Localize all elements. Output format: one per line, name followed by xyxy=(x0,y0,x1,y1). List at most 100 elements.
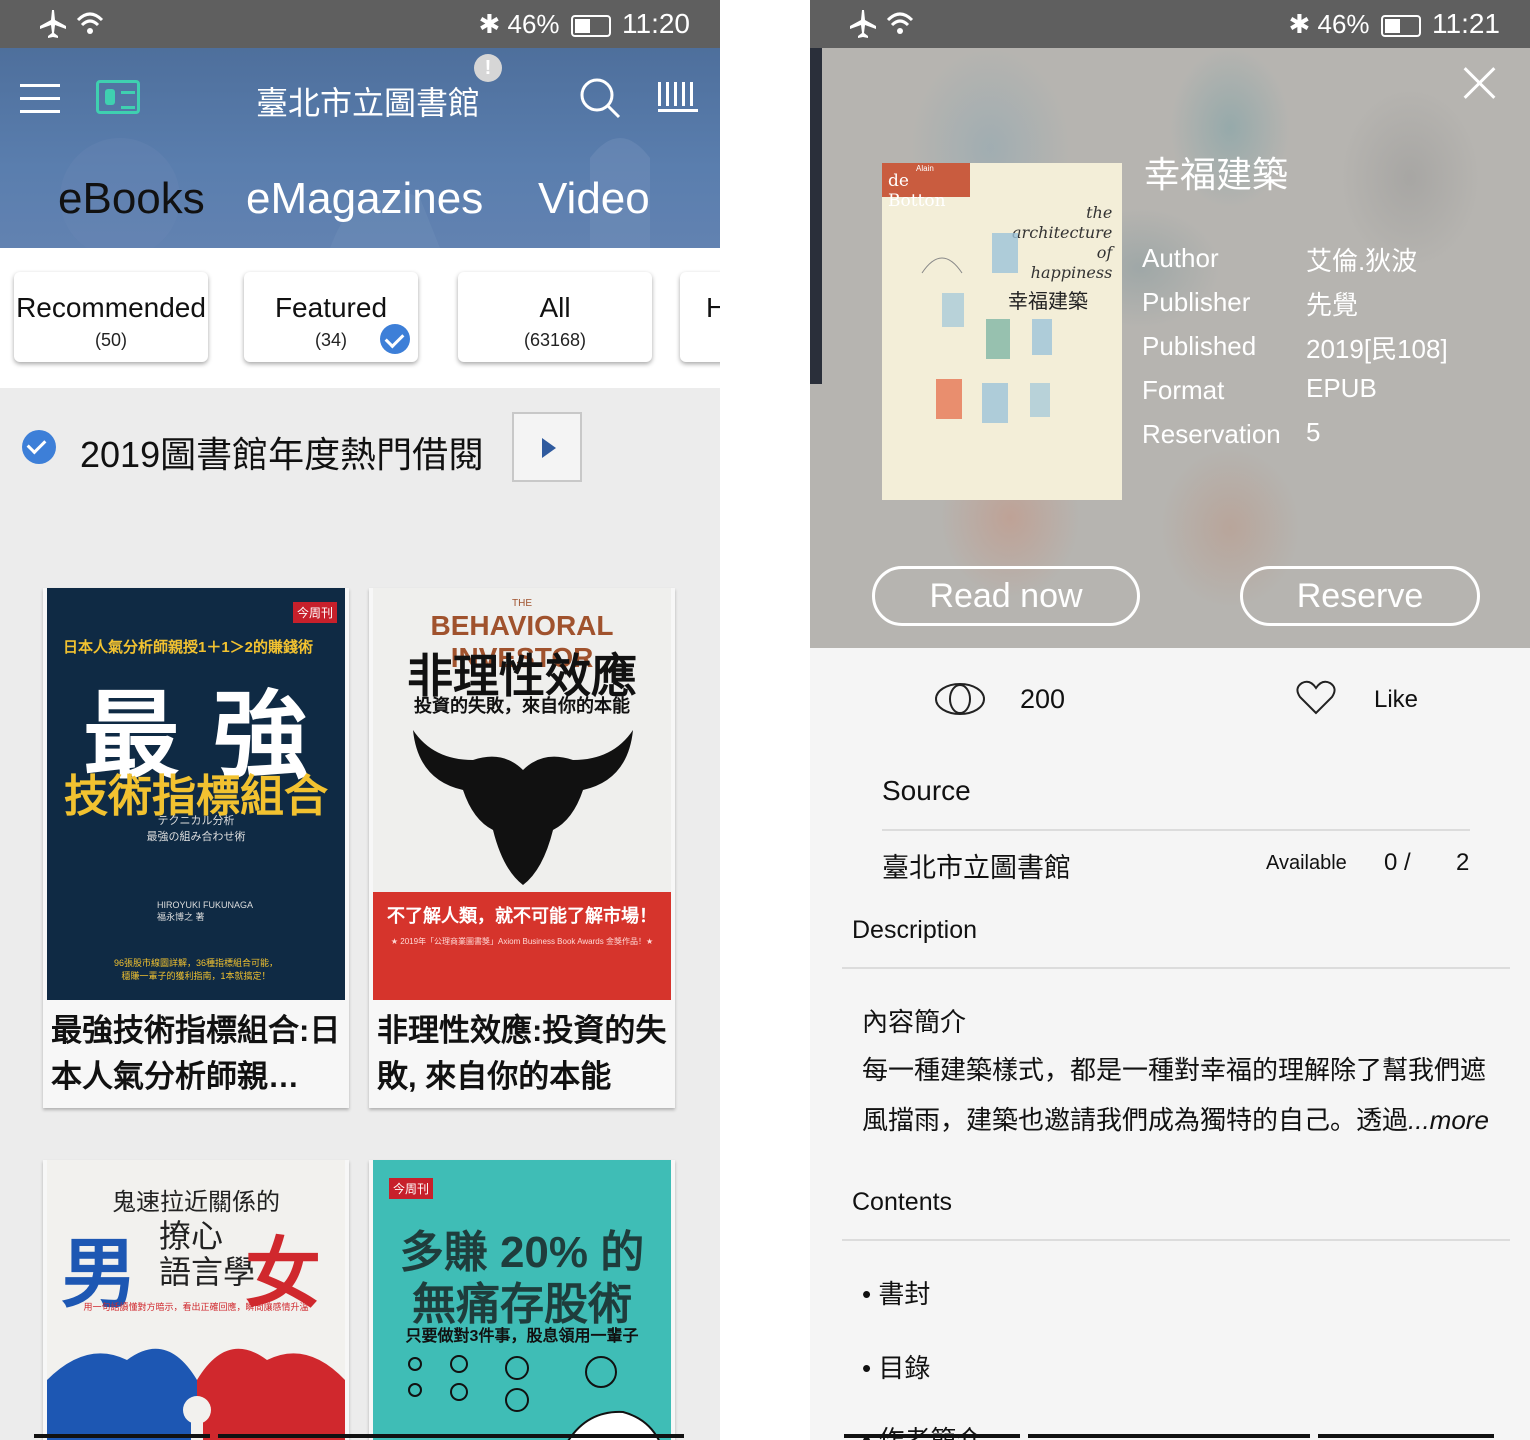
heart-icon[interactable] xyxy=(1296,680,1336,716)
cover-award: ★ 2019年「公理商業圖書獎」Axiom Business Book Awar… xyxy=(390,937,654,946)
scroll-indicator xyxy=(844,1434,1020,1438)
cover-en-small: THE xyxy=(512,598,532,609)
bluetooth-icon: ✱ xyxy=(478,9,501,39)
meta-format-label: Format xyxy=(1142,375,1225,405)
library-card-icon[interactable] xyxy=(96,80,140,114)
filter-label: Recommended xyxy=(16,292,206,323)
available-label: Available xyxy=(1266,852,1347,874)
filter-label: All xyxy=(539,292,571,323)
library-name: 臺北市立圖書館 xyxy=(256,85,481,121)
watercolor-illustration xyxy=(921,233,1052,423)
description-heading: Description xyxy=(852,916,978,944)
clock: 11:21 xyxy=(1432,8,1500,39)
status-icons xyxy=(38,8,128,45)
cover-band-text: 不了解人類，就不可能了解市場！ xyxy=(387,906,657,926)
status-bar: ✱ 46% 11:20 xyxy=(0,0,720,48)
book-cover: 今周刊 多賺 20% 的 無痛存股術 只要做對3件事，股息領用一輩子 xyxy=(373,1160,671,1440)
total-count: 2 xyxy=(1456,849,1470,876)
meta-publisher-value: 先覺 xyxy=(1306,290,1359,320)
contents-item[interactable]: • 目錄 xyxy=(862,1348,930,1385)
reserve-button[interactable]: Reserve xyxy=(1240,566,1480,626)
publisher-badge: 今周刊 xyxy=(389,1178,434,1199)
like-button[interactable]: Like xyxy=(1374,686,1418,714)
divider xyxy=(842,1239,1510,1241)
book-card[interactable]: 今周刊 多賺 20% 的 無痛存股術 只要做對3件事，股息領用一輩子 xyxy=(369,1160,675,1440)
search-icon[interactable] xyxy=(578,76,622,120)
cover-band: 不了解人類，就不可能了解市場！ ★ 2019年「公理商業圖書獎」Axiom Bu… xyxy=(373,892,671,1000)
filter-chips: Recommended (50) Featured (34) All (6316… xyxy=(0,248,720,388)
status-icons xyxy=(848,8,938,45)
available-count: 0 / xyxy=(1384,849,1411,876)
filter-all[interactable]: All (63168) xyxy=(458,272,652,362)
battery-percent: 46% xyxy=(1317,9,1370,39)
meta-author-label: Author xyxy=(1142,243,1219,273)
filter-label: Featured xyxy=(274,292,388,323)
airplane-wifi-icon xyxy=(850,10,914,38)
cover-subtitle: 只要做對3件事，股息領用一輩子 xyxy=(405,1328,639,1345)
book-card[interactable]: 今周刊 日本人氣分析師親授1＋1＞2的賺錢術 最 強 技術指標組合 テクニカル分… xyxy=(43,588,349,1108)
bull-inkblot-illustration xyxy=(413,730,633,885)
divider xyxy=(882,829,1470,831)
filter-recommended[interactable]: Recommended (50) xyxy=(14,272,208,362)
meta-reservation-label: Reservation xyxy=(1142,419,1281,449)
meta-published-value: 2019[民108] xyxy=(1306,334,1448,364)
read-now-button[interactable]: Read now xyxy=(872,566,1140,626)
contents-item[interactable]: • 書封 xyxy=(862,1274,930,1311)
cover-tagline: 日本人氣分析師親授1＋1＞2的賺錢術 xyxy=(63,639,314,656)
meta-format-value: EPUB xyxy=(1306,373,1377,403)
tab-emagazines[interactable]: eMagazines xyxy=(246,174,483,224)
book-card[interactable]: THE BEHAVIORAL INVESTOR 非理性效應 投資的失敗，來自你的… xyxy=(369,588,675,1108)
tab-video[interactable]: Video xyxy=(538,174,650,224)
coins-illustration xyxy=(408,1355,660,1440)
book-title: 最強技術指標組合:日本人氣分析師親… xyxy=(51,1013,341,1094)
cover-subtitle: 投資的失敗，來自你的本能 xyxy=(414,696,630,716)
notification-badge[interactable]: ! xyxy=(474,54,502,82)
collection-check-icon xyxy=(22,430,56,464)
book-title: 幸福建築 xyxy=(1144,154,1289,195)
more-link[interactable]: ...more xyxy=(1408,1105,1489,1135)
scroll-indicator xyxy=(1318,1434,1494,1438)
battery-icon xyxy=(570,15,611,38)
cover-author: HIROYUKI FUKUNAGA 福永博之 著 xyxy=(157,900,254,922)
filter-count: (63168) xyxy=(523,330,587,350)
battery-icon xyxy=(1380,15,1421,38)
menu-icon[interactable] xyxy=(20,84,60,114)
book-title: 非理性效應:投資的失敗, 來自你的本能 xyxy=(377,1013,667,1094)
source-heading: Source xyxy=(882,775,971,806)
eye-icon xyxy=(935,683,985,715)
clock: 11:20 xyxy=(622,8,690,39)
filter-more[interactable]: H xyxy=(680,272,720,362)
status-text: ✱ 46% 11:21 xyxy=(1288,8,1500,40)
description-line2: 風擋雨，建築也邀請我們成為獨特的自己。透過...more xyxy=(862,1100,1489,1137)
filter-label: H xyxy=(706,292,720,323)
cover-footer: 96張股市線圖詳解，36種指標組合可能， 穩賺一輩子的獲利指南，1本就搞定！ xyxy=(113,958,279,981)
tab-ebooks[interactable]: eBooks xyxy=(58,174,205,224)
collection-next-button[interactable] xyxy=(512,412,582,482)
collection-title: 2019圖書館年度熱門借閱 xyxy=(80,434,485,475)
cover-brand: de Botton xyxy=(888,171,946,211)
view-count: 200 xyxy=(1020,684,1066,714)
airplane-wifi-icon xyxy=(40,10,104,38)
cover-subtitle: 用一句話讀懂對方暗示，看出正確回應，瞬間讓感情升溫 xyxy=(83,1302,309,1312)
book-cover: Alain de Botton the architecture of happ… xyxy=(882,163,1122,500)
cover-japanese: テクニカル分析 最強の組み合わせ術 xyxy=(146,815,246,843)
barcode-scan-icon[interactable] xyxy=(658,80,700,114)
status-text: ✱ 46% 11:20 xyxy=(478,8,690,40)
meta-author-value[interactable]: 艾倫.狄波 xyxy=(1306,241,1417,278)
book-detail-screen: ✱ 46% 11:21 Alain de Botton the architec… xyxy=(810,0,1530,1440)
scroll-indicator xyxy=(34,1434,210,1438)
book-cover: 今周刊 日本人氣分析師親授1＋1＞2的賺錢術 最 強 技術指標組合 テクニカル分… xyxy=(47,588,345,1000)
bluetooth-icon: ✱ xyxy=(1288,9,1311,39)
description-line2-text: 風擋雨，建築也邀請我們成為獨特的自己。透過 xyxy=(862,1105,1409,1135)
faces-illustration xyxy=(47,1348,345,1440)
filter-featured[interactable]: Featured (34) xyxy=(244,272,418,362)
cover-title-mid: 撩心 語言學 xyxy=(159,1217,256,1291)
battery-percent: 46% xyxy=(507,9,560,39)
status-bar: ✱ 46% 11:21 xyxy=(810,0,1530,48)
book-cover: THE BEHAVIORAL INVESTOR 非理性效應 投資的失敗，來自你的… xyxy=(373,588,671,1000)
cover-brand-band: Alain de Botton xyxy=(882,163,970,211)
book-card[interactable]: 鬼速拉近關係的 男 撩心 語言學 女 用一句話讀懂對方暗示，看出正確回應，瞬間讓… xyxy=(43,1160,349,1440)
contents-heading: Contents xyxy=(852,1188,953,1216)
collection-section: 2019圖書館年度熱門借閱 xyxy=(0,388,720,508)
close-icon[interactable] xyxy=(1462,66,1496,100)
